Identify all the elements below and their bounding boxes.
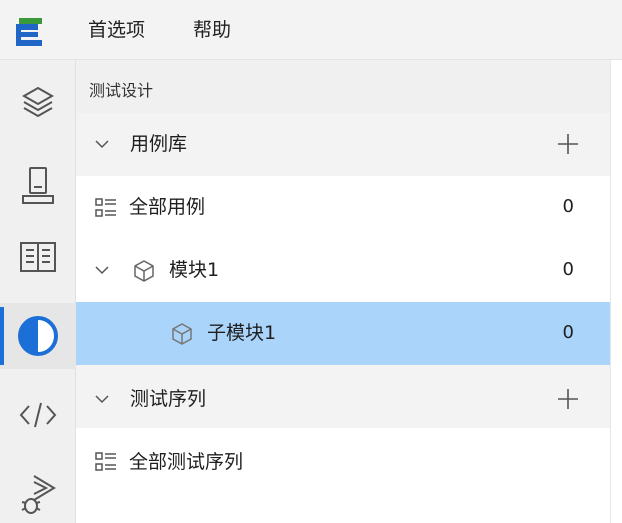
cube-icon [172, 323, 192, 345]
test-design-panel: 测试设计 用例库 全部用例 0 模块1 0 子模块1 0 测试序列 全部测试序列 [76, 60, 610, 523]
tree-item-submodule1[interactable]: 子模块1 0 [76, 302, 610, 365]
case-count: 0 [562, 259, 574, 280]
section-test-sequence[interactable]: 测试序列 [76, 365, 610, 428]
code-button[interactable] [0, 382, 76, 448]
tree-item-label: 全部用例 [129, 196, 206, 218]
list-icon [95, 198, 116, 217]
tree-item-label: 子模块1 [207, 322, 277, 344]
layers-icon [21, 86, 55, 118]
tree-item-label: 全部测试序列 [129, 451, 244, 473]
device-button[interactable] [0, 153, 76, 219]
chevron-down-icon[interactable] [94, 265, 110, 275]
activity-bar [0, 60, 76, 523]
debug-run-button[interactable] [0, 461, 76, 523]
layers-button[interactable] [0, 68, 76, 134]
menu-help[interactable]: 帮助 [193, 18, 231, 42]
case-count: 0 [562, 322, 574, 343]
chevron-down-icon[interactable] [94, 394, 110, 404]
panel-title: 测试设计 [89, 81, 154, 100]
book-icon [20, 242, 56, 272]
tree-item-module1[interactable]: 模块1 0 [76, 239, 610, 302]
section-case-library[interactable]: 用例库 [76, 113, 610, 176]
code-icon [19, 402, 57, 428]
cube-icon [134, 260, 154, 282]
section-label: 测试序列 [130, 388, 207, 410]
tree-item-all-cases[interactable]: 全部用例 0 [76, 176, 610, 239]
add-case-icon[interactable] [556, 132, 580, 156]
list-icon [95, 452, 116, 471]
tree-item-all-sequences[interactable]: 全部测试序列 [76, 431, 610, 494]
scrollbar-track[interactable] [610, 60, 622, 523]
panel-header: 测试设计 [76, 60, 610, 113]
menu-preferences[interactable]: 首选项 [88, 18, 145, 42]
contrast-icon [18, 316, 58, 356]
menu-bar: 首选项 帮助 [0, 0, 622, 60]
case-count: 0 [562, 196, 574, 217]
app-logo-icon [16, 18, 42, 46]
section-label: 用例库 [130, 133, 188, 155]
test-design-button[interactable] [0, 303, 76, 369]
debug-run-icon [21, 475, 56, 514]
add-sequence-icon[interactable] [556, 387, 580, 411]
tree-item-label: 模块1 [169, 259, 220, 281]
book-button[interactable] [0, 224, 76, 290]
device-icon [22, 167, 54, 204]
chevron-down-icon[interactable] [94, 139, 110, 149]
